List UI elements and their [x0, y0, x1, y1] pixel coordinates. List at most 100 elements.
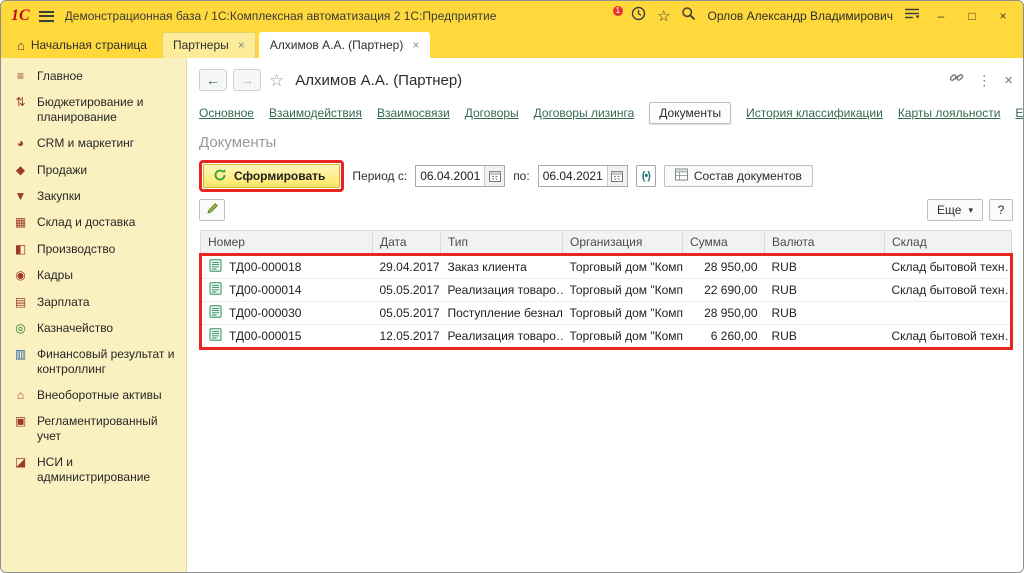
- calendar-icon[interactable]: [484, 166, 504, 186]
- budgeting-icon: ⇅: [13, 95, 28, 109]
- tab-alkhimov[interactable]: Алхимов А.А. (Партнер) ×: [259, 32, 431, 58]
- search-icon[interactable]: [681, 6, 696, 26]
- favorite-star-icon[interactable]: ☆: [269, 72, 284, 89]
- hr-icon: ◉: [13, 268, 28, 282]
- close-tab-icon[interactable]: ×: [412, 39, 419, 51]
- sidebar-item-production[interactable]: ◧Производство: [1, 236, 186, 262]
- main-menu-icon[interactable]: [39, 11, 54, 22]
- period-variant-button[interactable]: (•): [636, 165, 656, 187]
- service-menu-icon[interactable]: [904, 7, 920, 25]
- nav-dogovory-lizinga[interactable]: Договоры лизинга: [534, 106, 635, 120]
- nav-karty-loyalnosti[interactable]: Карты лояльности: [898, 106, 1001, 120]
- sidebar-item-warehouse[interactable]: ▦Склад и доставка: [1, 209, 186, 235]
- more-button[interactable]: Еще ▾: [927, 199, 983, 221]
- document-list-icon: [675, 168, 688, 184]
- edit-button[interactable]: [199, 199, 225, 221]
- table-row[interactable]: ТД00-000014 05.05.2017 … Реализация това…: [201, 279, 1012, 302]
- favorites-icon[interactable]: ☆: [657, 9, 670, 24]
- purchases-icon: ▼: [13, 189, 28, 203]
- table-row[interactable]: ТД00-000030 05.05.2017 … Поступление без…: [201, 302, 1012, 325]
- sidebar-item-label: Казначейство: [37, 321, 113, 335]
- refresh-icon: [213, 168, 227, 185]
- document-icon: [209, 305, 222, 321]
- salary-icon: ▤: [13, 295, 28, 309]
- column-date[interactable]: Дата: [373, 231, 441, 255]
- tab-partners[interactable]: Партнеры ×: [162, 32, 256, 58]
- close-tab-icon[interactable]: ×: [238, 39, 245, 51]
- nav-more[interactable]: Еще...▾: [1015, 106, 1024, 120]
- form-nav: Основное Взаимодействия Взаимосвязи Дого…: [199, 96, 1013, 129]
- sidebar-item-label: Производство: [37, 242, 115, 256]
- more-button-label: Еще: [937, 203, 961, 217]
- nav-vzaimodeystviya[interactable]: Взаимодействия: [269, 106, 362, 120]
- maximize-button[interactable]: □: [962, 10, 982, 22]
- cell-type: Реализация товаро…: [441, 325, 563, 349]
- current-user[interactable]: Орлов Александр Владимирович: [707, 9, 893, 23]
- column-type[interactable]: Тип: [441, 231, 563, 255]
- period-to-input[interactable]: [539, 166, 607, 186]
- close-form-icon[interactable]: ×: [1004, 73, 1013, 88]
- help-button[interactable]: ?: [989, 199, 1013, 221]
- nav-dogovory[interactable]: Договоры: [465, 106, 519, 120]
- sidebar-item-regulated[interactable]: ▣Регламентированный учет: [1, 408, 186, 449]
- sidebar-item-hr[interactable]: ◉Кадры: [1, 262, 186, 288]
- period-to-field: [538, 165, 628, 187]
- documents-table: Номер Дата Тип Организация Сумма Валюта …: [199, 230, 1013, 350]
- table-row[interactable]: ТД00-000018 29.04.2017 … Заказ клиента Т…: [201, 255, 1012, 279]
- notification-badge: 1: [612, 5, 624, 17]
- sidebar-item-label: CRM и маркетинг: [37, 136, 134, 150]
- cell-type: Заказ клиента: [441, 255, 563, 279]
- close-window-button[interactable]: ×: [993, 10, 1013, 22]
- sidebar-item-sales[interactable]: ◆Продажи: [1, 157, 186, 183]
- notifications-icon[interactable]: 1: [602, 8, 620, 25]
- calendar-icon[interactable]: [607, 166, 627, 186]
- table-row[interactable]: ТД00-000015 12.05.2017 … Реализация това…: [201, 325, 1012, 349]
- sidebar-item-budgeting[interactable]: ⇅Бюджетирование и планирование: [1, 89, 186, 130]
- sidebar-item-assets[interactable]: ⌂Внеоборотные активы: [1, 382, 186, 408]
- table-header-row: Номер Дата Тип Организация Сумма Валюта …: [201, 231, 1012, 255]
- main-section-icon: ≡: [13, 69, 28, 83]
- sidebar-item-purchases[interactable]: ▼ Закупки: [1, 183, 186, 209]
- period-from-input[interactable]: [416, 166, 484, 186]
- column-sum[interactable]: Сумма: [683, 231, 765, 255]
- sales-icon: ◆: [13, 163, 28, 177]
- nav-dokumenty[interactable]: Документы: [649, 102, 731, 124]
- column-organization[interactable]: Организация: [563, 231, 683, 255]
- cell-warehouse: [885, 302, 1012, 325]
- nav-istoriya-klassifikacii[interactable]: История классификации: [746, 106, 883, 120]
- cell-currency: RUB: [765, 325, 885, 349]
- tab-home[interactable]: ⌂ Начальная страница: [5, 33, 159, 58]
- history-icon[interactable]: [631, 6, 646, 26]
- crm-icon: ◕: [13, 136, 28, 150]
- nav-vzaimosvyazi[interactable]: Взаимосвязи: [377, 106, 450, 120]
- generate-button[interactable]: Сформировать: [203, 164, 340, 188]
- cell-number: ТД00-000015: [229, 329, 301, 343]
- document-composition-button[interactable]: Состав документов: [664, 165, 813, 187]
- document-icon: [209, 259, 222, 275]
- tab-label: Партнеры: [173, 38, 229, 52]
- sidebar-item-label: Внеоборотные активы: [37, 388, 162, 402]
- sidebar-item-salary[interactable]: ▤Зарплата: [1, 289, 186, 315]
- link-icon[interactable]: [949, 70, 964, 90]
- column-warehouse[interactable]: Склад: [885, 231, 1012, 255]
- sidebar-item-label: Закупки: [37, 189, 81, 203]
- column-currency[interactable]: Валюта: [765, 231, 885, 255]
- more-menu-icon[interactable]: ⋮: [977, 73, 991, 87]
- app-window: 1С Демонстрационная база / 1С:Комплексна…: [0, 0, 1024, 573]
- section-title: Документы: [199, 129, 1013, 160]
- cell-number: ТД00-000030: [229, 306, 301, 320]
- column-number[interactable]: Номер: [201, 231, 373, 255]
- sidebar-item-main[interactable]: ≡Главное: [1, 63, 186, 89]
- sidebar-item-crm[interactable]: ◕ CRM и маркетинг: [1, 130, 186, 156]
- warehouse-icon: ▦: [13, 215, 28, 229]
- minimize-button[interactable]: –: [931, 10, 951, 22]
- sidebar-item-nsi[interactable]: ◪НСИ и администрирование: [1, 449, 186, 490]
- sidebar-item-treasury[interactable]: ◎Казначейство: [1, 315, 186, 341]
- cell-date: 05.05.2017 …: [373, 302, 441, 325]
- pencil-icon: [206, 202, 219, 218]
- back-button[interactable]: ←: [199, 69, 227, 91]
- forward-button[interactable]: →: [233, 69, 261, 91]
- period-from-label: Период с:: [352, 169, 407, 183]
- sidebar-item-finance[interactable]: ▥Финансовый результат и контроллинг: [1, 341, 186, 382]
- nav-osnovnoe[interactable]: Основное: [199, 106, 254, 120]
